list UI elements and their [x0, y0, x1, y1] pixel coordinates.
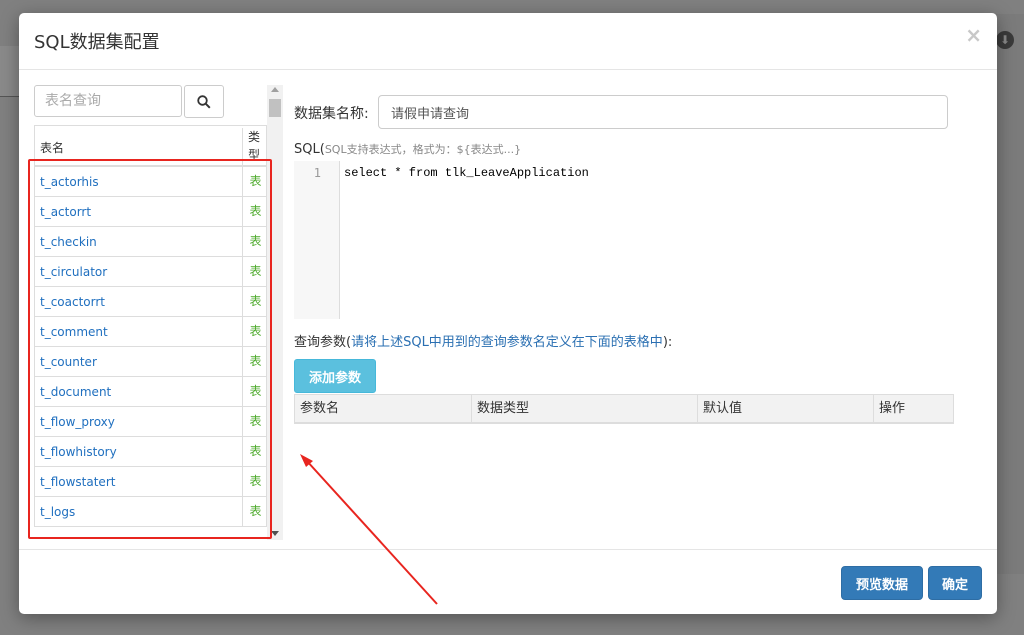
table-row-name[interactable]: t_checkin: [40, 235, 97, 249]
table-row-name[interactable]: t_flowhistory: [40, 445, 117, 459]
table-row-type: 表: [242, 167, 267, 196]
table-list-header: 表名 类型: [34, 125, 267, 168]
table-row-name[interactable]: t_actorhis: [40, 175, 99, 189]
table-row-type: 表: [242, 287, 267, 316]
table-row-type: 表: [242, 317, 267, 346]
table-row[interactable]: t_circulator 表: [34, 257, 267, 287]
table-row-type: 表: [242, 197, 267, 226]
table-list-scrollbar[interactable]: [267, 85, 283, 540]
table-row[interactable]: t_coactorrt 表: [34, 287, 267, 317]
scroll-thumb[interactable]: [269, 99, 281, 117]
table-row[interactable]: t_actorrt 表: [34, 197, 267, 227]
sql-label: SQL(SQL支持表达式，格式为：${表达式...}: [294, 141, 521, 157]
table-row[interactable]: t_document 表: [34, 377, 267, 407]
modal-title: SQL数据集配置: [34, 32, 160, 53]
table-row[interactable]: t_actorhis 表: [34, 167, 267, 197]
table-row[interactable]: t_checkin 表: [34, 227, 267, 257]
table-row-type: 表: [242, 227, 267, 256]
table-row[interactable]: t_flowhistory 表: [34, 437, 267, 467]
table-row-type: 表: [242, 257, 267, 286]
backdrop-fragment: [996, 14, 1024, 574]
param-col-actions: 操作: [879, 401, 906, 416]
table-row-type: 表: [242, 467, 267, 496]
sql-hint: SQL支持表达式，格式为：${表达式...}: [324, 143, 522, 156]
table-row-type: 表: [242, 497, 267, 526]
close-icon[interactable]: ×: [965, 23, 982, 47]
table-row-name[interactable]: t_logs: [40, 505, 75, 519]
param-col-name: 参数名: [295, 395, 472, 423]
dataset-name-label: 数据集名称:: [294, 106, 369, 122]
table-row-name[interactable]: t_circulator: [40, 265, 107, 279]
backdrop-fragment: [0, 46, 20, 97]
table-row-name[interactable]: t_flowstatert: [40, 475, 115, 489]
table-row[interactable]: t_logs 表: [34, 497, 267, 527]
column-header-name: 表名: [40, 141, 65, 155]
table-list: 表名 类型 t_actorhis 表 t_actorrt 表 t_checkin 表 t_c…: [34, 125, 267, 540]
search-button[interactable]: [184, 85, 224, 118]
params-label-text: 查询参数(: [294, 335, 352, 350]
confirm-button[interactable]: 确定: [928, 566, 982, 600]
sql-label-text: SQL(: [294, 142, 325, 157]
params-note: 请将上述SQL中用到的查询参数名定义在下面的表格中: [351, 335, 663, 350]
sql-code[interactable]: select * from tlk_LeaveApplication: [344, 166, 589, 180]
table-row[interactable]: t_flow_proxy 表: [34, 407, 267, 437]
line-number: 1: [313, 166, 321, 180]
editor-gutter: 1: [294, 161, 340, 319]
table-row-name[interactable]: t_document: [40, 385, 111, 399]
table-row-type: 表: [242, 377, 267, 406]
download-icon: ⬇: [996, 31, 1014, 49]
table-list-body: t_actorhis 表 t_actorrt 表 t_checkin 表 t_circula…: [34, 167, 267, 527]
table-row-name[interactable]: t_counter: [40, 355, 97, 369]
table-row-type: 表: [242, 347, 267, 376]
table-row-name[interactable]: t_coactorrt: [40, 295, 105, 309]
search-icon: [197, 95, 211, 109]
param-col-datatype: 数据类型: [472, 395, 698, 423]
param-col-default: 默认值: [698, 395, 874, 423]
table-row-type: 表: [242, 407, 267, 436]
table-row[interactable]: t_comment 表: [34, 317, 267, 347]
modal-header: SQL数据集配置 ×: [19, 13, 997, 70]
scroll-down-icon[interactable]: [271, 531, 279, 536]
table-row[interactable]: t_counter 表: [34, 347, 267, 377]
table-row-name[interactable]: t_actorrt: [40, 205, 91, 219]
table-row-type: 表: [242, 437, 267, 466]
params-label-end: ):: [662, 335, 673, 350]
dataset-name-field[interactable]: [378, 95, 948, 129]
add-param-button[interactable]: 添加参数: [294, 359, 376, 393]
table-row-name[interactable]: t_flow_proxy: [40, 415, 115, 429]
sql-editor[interactable]: 1 select * from tlk_LeaveApplication: [294, 161, 944, 319]
table-search-input[interactable]: [34, 85, 182, 117]
column-header-type: 类型: [242, 128, 267, 168]
preview-data-button[interactable]: 预览数据: [841, 566, 923, 600]
table-row-name[interactable]: t_comment: [40, 325, 108, 339]
param-table-header: 参数名 数据类型 默认值 操作: [294, 394, 954, 424]
query-params-label: 查询参数(请将上述SQL中用到的查询参数名定义在下面的表格中):: [294, 331, 672, 350]
sql-dataset-modal: SQL数据集配置 × 表名 类型 t_actorhis表t_actorrt表t_…: [19, 13, 997, 614]
scroll-up-icon[interactable]: [271, 87, 279, 92]
modal-footer: 预览数据 确定: [19, 549, 997, 615]
table-row[interactable]: t_flowstatert 表: [34, 467, 267, 497]
